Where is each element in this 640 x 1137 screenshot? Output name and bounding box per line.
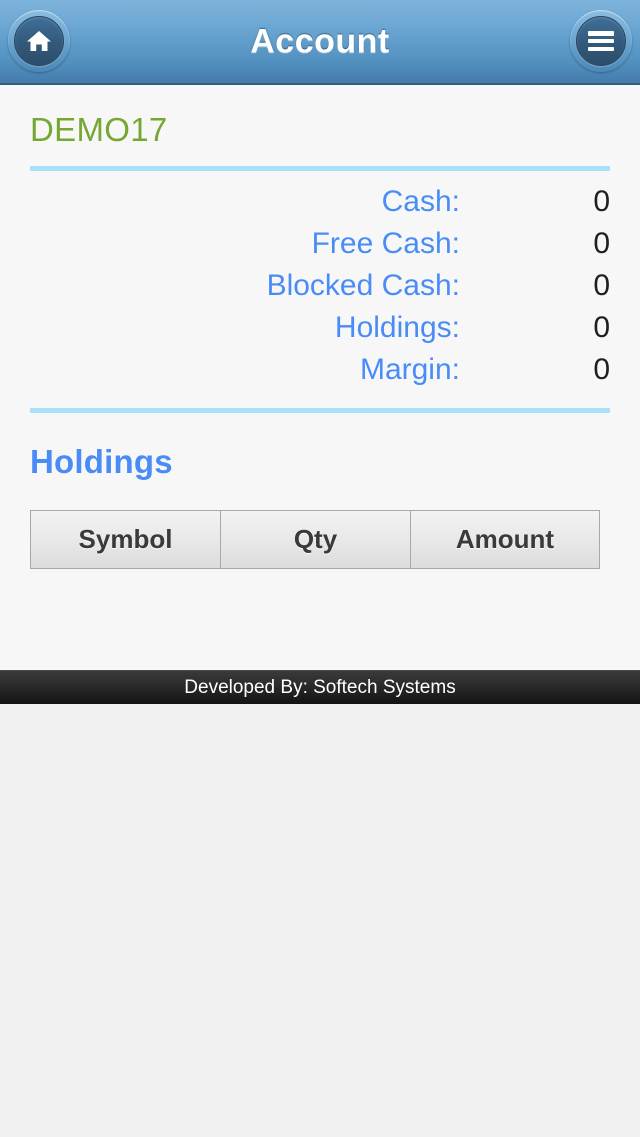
page-background (0, 704, 640, 1137)
stat-label: Holdings: (334, 311, 460, 344)
holdings-section-title: Holdings (30, 443, 173, 480)
menu-button-inner (576, 16, 626, 66)
stat-value: 0 (593, 311, 610, 344)
stat-row-free-cash: Free Cash: 0 (30, 227, 610, 269)
stat-value: 0 (593, 227, 610, 260)
stat-row-blocked-cash: Blocked Cash: 0 (30, 269, 610, 311)
column-header-qty[interactable]: Qty (221, 511, 411, 568)
footer-bar: Developed By: Softech Systems (0, 670, 640, 704)
stat-row-margin: Margin: 0 (30, 353, 610, 395)
divider-top (30, 166, 610, 171)
column-header-symbol[interactable]: Symbol (31, 511, 221, 568)
hamburger-bar (588, 38, 614, 44)
footer-credit-text: Developed By: Softech Systems (184, 676, 456, 698)
stat-row-cash: Cash: 0 (30, 185, 610, 227)
page-title: Account (250, 22, 390, 60)
stat-row-holdings: Holdings: 0 (30, 311, 610, 353)
account-name: DEMO17 (30, 111, 168, 148)
column-header-amount[interactable]: Amount (411, 511, 599, 568)
menu-button[interactable] (570, 10, 632, 72)
account-content: DEMO17 Cash: 0 Free Cash: 0 Blocked Cash… (0, 85, 640, 670)
account-summary-list: Cash: 0 Free Cash: 0 Blocked Cash: 0 Hol… (30, 185, 610, 395)
stat-label: Cash: (381, 185, 460, 218)
stat-label: Blocked Cash: (266, 269, 460, 302)
app-header: Account (0, 0, 640, 85)
hamburger-menu-icon (588, 31, 614, 51)
stat-value: 0 (593, 269, 610, 302)
hamburger-bar (588, 31, 614, 36)
stat-value: 0 (593, 185, 610, 218)
stat-value: 0 (593, 353, 610, 386)
stat-label: Free Cash: (311, 227, 460, 260)
hamburger-bar (588, 46, 614, 51)
stat-label: Margin: (359, 353, 460, 386)
holdings-table: Symbol Qty Amount (30, 510, 600, 569)
